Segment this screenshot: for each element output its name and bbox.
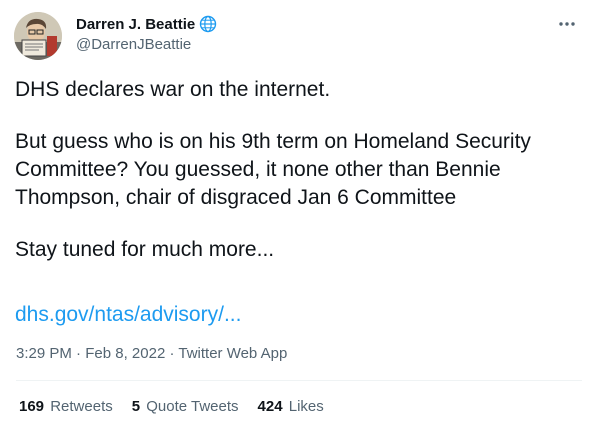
tweet-paragraph: Stay tuned for much more... — [15, 238, 275, 261]
likes-count: 424 — [257, 398, 283, 415]
likes-stat[interactable]: 424 Likes — [258, 398, 324, 415]
divider — [16, 380, 582, 381]
tweet-paragraph: But guess who is on his 9th term on Home… — [15, 130, 531, 153]
retweets-stat[interactable]: 169 Retweets — [19, 398, 113, 415]
display-name-row: Darren J. Beattie — [76, 14, 217, 34]
more-horizontal-icon[interactable] — [556, 16, 578, 32]
tweet-time[interactable]: 3:29 PM — [16, 345, 72, 362]
globe-icon — [199, 15, 217, 33]
tweet-paragraph: DHS declares war on the internet. — [15, 78, 331, 101]
quote-tweets-count: 5 — [131, 398, 141, 415]
quote-tweets-label: Quote Tweets — [146, 398, 239, 415]
tweet-text: DHS declares war on the internet. But gu… — [15, 76, 585, 264]
handle[interactable]: @DarrenJBeattie — [76, 36, 217, 53]
quote-tweets-stat[interactable]: 5 Quote Tweets — [132, 398, 239, 415]
tweet-source[interactable]: Twitter Web App — [178, 345, 287, 362]
meta-separator: · — [76, 345, 82, 362]
author-names: Darren J. Beattie @DarrenJBeattie — [76, 14, 217, 53]
tweet-link[interactable]: dhs.gov/ntas/advisory/... — [15, 301, 241, 329]
avatar[interactable] — [14, 12, 62, 60]
meta-separator: · — [169, 345, 175, 362]
tweet-meta: 3:29 PM · Feb 8, 2022 · Twitter Web App — [16, 345, 287, 362]
avatar-illustration — [14, 12, 62, 60]
retweets-label: Retweets — [50, 398, 113, 415]
likes-label: Likes — [288, 398, 324, 415]
tweet-paragraph: Committee? You guessed, it none other th… — [15, 158, 501, 181]
tweet: Darren J. Beattie @DarrenJBeattie DHS de… — [0, 0, 596, 425]
display-name[interactable]: Darren J. Beattie — [76, 16, 195, 33]
tweet-paragraph: Thompson, chair of disgraced Jan 6 Commi… — [15, 186, 457, 209]
tweet-date[interactable]: Feb 8, 2022 — [85, 345, 165, 362]
retweets-count: 169 — [19, 398, 45, 415]
tweet-stats: 169 Retweets 5 Quote Tweets 424 Likes — [19, 398, 343, 415]
tweet-header: Darren J. Beattie @DarrenJBeattie — [14, 12, 582, 60]
